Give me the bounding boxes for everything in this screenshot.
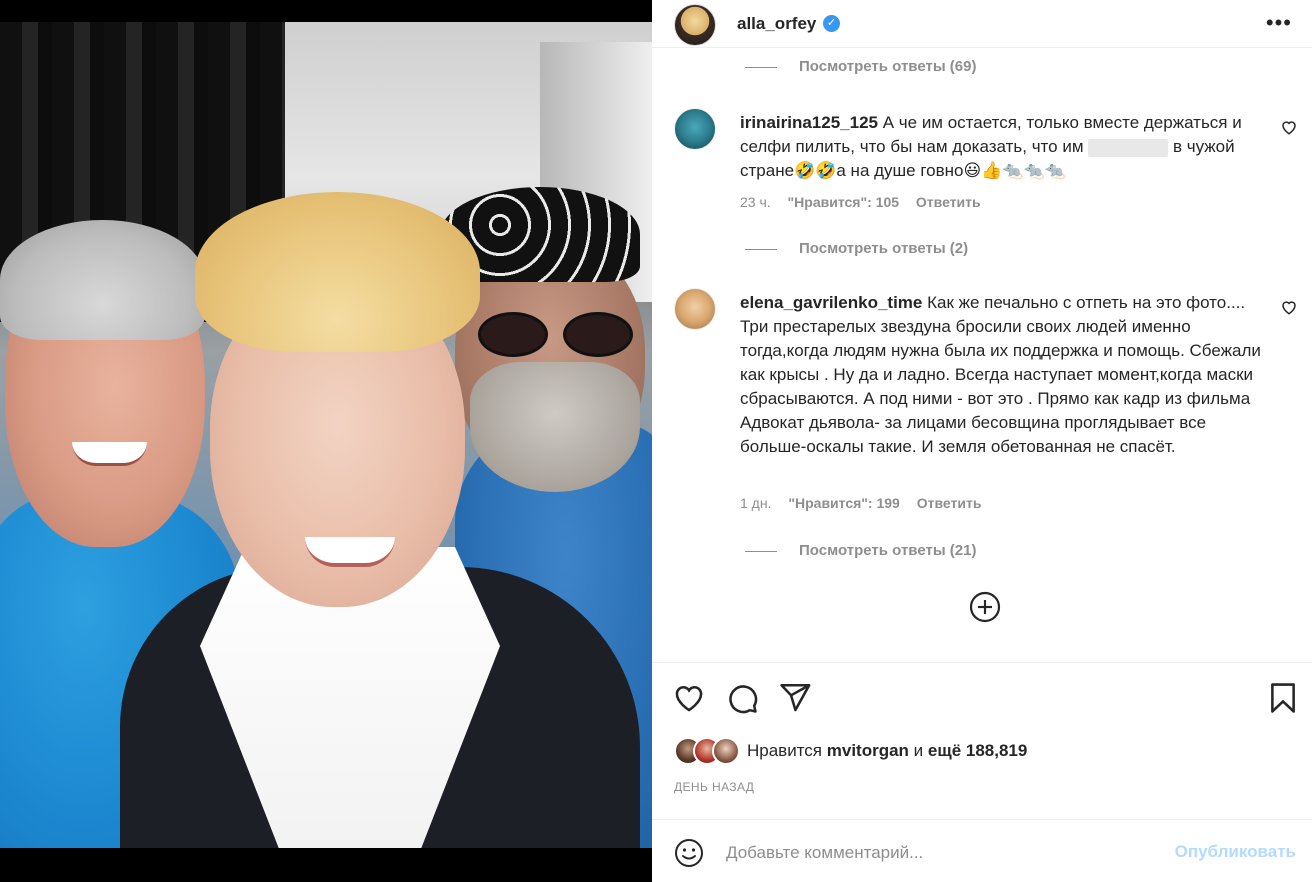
comment-body: elena_gavrilenko_time Как же печально с … [740,291,1270,459]
liked-by-count[interactable]: ещё 188,819 [928,741,1027,760]
view-replies-label: Посмотреть ответы (2) [799,240,969,257]
replies-divider-line [745,550,777,552]
photo-person-right-glasses [478,312,638,357]
photo-person-right-beard [470,362,640,492]
comments-list[interactable]: Посмотреть ответы (69) irinairina125_125… [652,48,1312,662]
comment-time[interactable]: 1 дн. [740,495,771,511]
commenter-username[interactable]: elena_gavrilenko_time [740,293,922,312]
post-media [0,0,652,882]
comment-reply-button[interactable]: Ответить [917,495,982,511]
comment-likes[interactable]: "Нравится": 105 [788,194,899,210]
author-avatar[interactable] [674,4,716,46]
comment-likes[interactable]: "Нравится": 199 [788,495,899,511]
comment-meta: 23 ч. "Нравится": 105 Ответить [740,194,994,210]
replies-divider-line [745,248,777,250]
view-replies-label: Посмотреть ответы (69) [799,58,977,75]
emoji-smile-icon[interactable] [674,838,704,868]
liked-by-user[interactable]: mvitorgan [827,741,909,760]
likes-summary: Нравится mvitorgan и ещё 188,819 [674,737,1274,767]
likes-count-text[interactable]: Нравится mvitorgan и ещё 188,819 [747,741,1027,761]
verified-badge-icon: ✓ [823,15,840,32]
comment-meta: 1 дн. "Нравится": 199 Ответить [740,495,994,511]
comment-reply-button[interactable]: Ответить [916,194,981,210]
like-heart-icon[interactable] [672,681,706,715]
load-more-comments-icon[interactable] [968,590,1002,624]
view-replies-button[interactable]: Посмотреть ответы (21) [745,542,976,559]
author-username[interactable]: alla_orfey [737,14,816,34]
liked-by-prefix: Нравится [747,741,823,760]
post-time-ago[interactable]: ДЕНЬ НАЗАД [674,780,754,794]
hidden-word-blur [1088,138,1169,157]
comment-bubble-icon[interactable] [725,681,759,715]
replies-divider-line [745,66,777,68]
share-paper-plane-icon[interactable] [778,681,812,715]
save-bookmark-icon[interactable] [1266,681,1300,715]
commenter-avatar[interactable] [674,108,716,150]
view-replies-button[interactable]: Посмотреть ответы (69) [745,58,976,75]
photo-person-left-hair [0,220,205,340]
comment-heart-icon[interactable] [1280,118,1298,136]
publish-button[interactable]: Опубликовать [1175,842,1296,862]
liker-avatar[interactable] [712,737,740,765]
post-actions-section: Нравится mvitorgan и ещё 188,819 ДЕНЬ НА… [652,662,1312,882]
more-options-icon[interactable]: ••• [1266,12,1292,34]
post-header: alla_orfey ✓ ••• [652,0,1312,48]
commenter-avatar[interactable] [674,288,716,330]
view-replies-label: Посмотреть ответы (21) [799,542,977,559]
commenter-username[interactable]: irinairina125_125 [740,113,878,132]
comment-input[interactable] [726,840,1156,866]
comment-heart-icon[interactable] [1280,298,1298,316]
comment-time[interactable]: 23 ч. [740,194,771,210]
liked-by-and: и [913,741,924,760]
comment-body: irinairina125_125 А че им остается, толь… [740,111,1270,183]
post-photo[interactable] [0,22,652,848]
liked-by-avatars [674,737,740,765]
post-details-panel: alla_orfey ✓ ••• Посмотреть ответы (69) … [652,0,1312,882]
photo-person-mid-hair [195,192,480,352]
view-replies-button[interactable]: Посмотреть ответы (2) [745,240,968,257]
comment-text: Как же печально с отпеть на это фото....… [740,293,1261,456]
add-comment-form: Опубликовать [652,819,1312,882]
